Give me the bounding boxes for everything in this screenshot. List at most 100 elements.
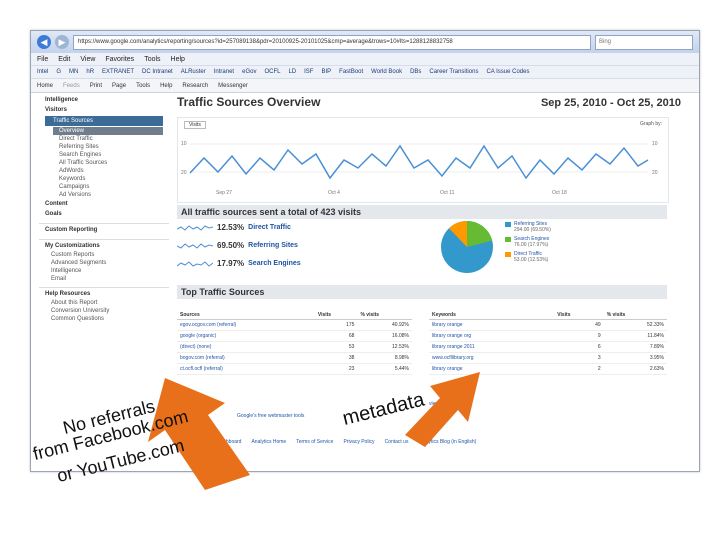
link-item[interactable]: ALRuster bbox=[181, 69, 206, 75]
graph-ylabel: 10 bbox=[652, 141, 658, 147]
print-button[interactable]: Print bbox=[90, 83, 102, 89]
footer-link[interactable]: Dashboard bbox=[217, 439, 241, 445]
address-input[interactable]: https://www.google.com/analytics/reporti… bbox=[73, 34, 591, 50]
keyword-link[interactable]: library orange bbox=[429, 319, 555, 331]
link-item[interactable]: LD bbox=[288, 69, 296, 75]
summary-link[interactable]: Search Engines bbox=[248, 260, 301, 267]
table-row: library orange 2011 6 7.89% bbox=[429, 341, 667, 353]
sidebar-item-intelligence-custom[interactable]: Intelligence bbox=[39, 267, 169, 275]
view-full-report-link-keywords[interactable]: view full report bbox=[429, 401, 461, 407]
sidebar-item-campaigns[interactable]: Campaigns bbox=[39, 183, 169, 191]
source-link[interactable]: ct.ocfl.ocfl (referral) bbox=[177, 363, 315, 375]
search-input[interactable]: Bing bbox=[595, 34, 693, 50]
sidebar-item-direct-traffic[interactable]: Direct Traffic bbox=[39, 135, 169, 143]
research-button[interactable]: Research bbox=[182, 83, 208, 89]
pct-cell: 52.33% bbox=[603, 319, 667, 331]
summary-link[interactable]: Referring Sites bbox=[248, 242, 298, 249]
menu-tools[interactable]: Tools bbox=[144, 56, 160, 63]
link-item[interactable]: DC Intranet bbox=[142, 69, 173, 75]
sidebar-item-email[interactable]: Email bbox=[39, 275, 169, 283]
summary-link[interactable]: Direct Traffic bbox=[248, 224, 291, 231]
webmaster-tools-link[interactable]: Google's free webmaster tools bbox=[237, 413, 304, 419]
menu-bar: File Edit View Favorites Tools Help bbox=[31, 53, 699, 66]
source-link[interactable]: (direct) (none) bbox=[177, 341, 315, 353]
sparkline-icon bbox=[177, 260, 213, 267]
link-item[interactable]: eGov bbox=[242, 69, 256, 75]
footer-link[interactable]: Analytics Blog (in English) bbox=[418, 439, 476, 445]
sidebar-item-common-questions[interactable]: Common Questions bbox=[39, 315, 169, 323]
menu-view[interactable]: View bbox=[80, 56, 95, 63]
keyword-link[interactable]: library orange bbox=[429, 363, 555, 375]
link-item[interactable]: G bbox=[56, 69, 61, 75]
sidebar-item-keywords[interactable]: Keywords bbox=[39, 175, 169, 183]
sidebar-item-content[interactable]: Content bbox=[39, 199, 169, 209]
back-icon[interactable]: ◀ bbox=[37, 35, 51, 49]
sidebar-item-all-traffic-sources[interactable]: All Traffic Sources bbox=[39, 159, 169, 167]
page-button[interactable]: Page bbox=[112, 83, 126, 89]
graph-xlabel: Oct 4 bbox=[328, 190, 340, 196]
pct-cell: 8.98% bbox=[357, 352, 412, 364]
sidebar-item-search-engines[interactable]: Search Engines bbox=[39, 151, 169, 159]
menu-file[interactable]: File bbox=[37, 56, 48, 63]
menu-favorites[interactable]: Favorites bbox=[105, 56, 134, 63]
link-item[interactable]: FastBoot bbox=[339, 69, 363, 75]
footer-link[interactable]: Privacy Policy bbox=[343, 439, 374, 445]
menu-help[interactable]: Help bbox=[171, 56, 185, 63]
sidebar-item-adwords[interactable]: AdWords bbox=[39, 167, 169, 175]
link-item[interactable]: Intel bbox=[37, 69, 48, 75]
pct-cell: 40.92% bbox=[357, 319, 412, 331]
table-row: library orange org 9 11.84% bbox=[429, 330, 667, 342]
source-link[interactable]: egov.ocgov.com (referral) bbox=[177, 319, 315, 331]
sidebar-item-referring-sites[interactable]: Referring Sites bbox=[39, 143, 169, 151]
feeds-button[interactable]: Feeds bbox=[63, 83, 80, 89]
column-header[interactable]: Visits bbox=[554, 311, 604, 320]
sidebar-item-goals[interactable]: Goals bbox=[39, 209, 169, 219]
link-item[interactable]: ISF bbox=[304, 69, 313, 75]
tools-button[interactable]: Tools bbox=[136, 83, 150, 89]
visits-cell: 38 bbox=[314, 352, 358, 364]
sidebar-item-custom-reporting[interactable]: Custom Reporting bbox=[39, 223, 169, 235]
column-header[interactable]: % visits bbox=[357, 311, 412, 320]
footer-link[interactable]: Analytics Home bbox=[251, 439, 286, 445]
sidebar-item-about-report[interactable]: About this Report bbox=[39, 299, 169, 307]
keyword-link[interactable]: www.ocfllibrary.org bbox=[429, 352, 555, 364]
sidebar-item-custom-reports[interactable]: Custom Reports bbox=[39, 251, 169, 259]
link-item[interactable]: World Book bbox=[371, 69, 402, 75]
sidebar-item-advanced-segments[interactable]: Advanced Segments bbox=[39, 259, 169, 267]
sidebar-item-ad-versions[interactable]: Ad Versions bbox=[39, 191, 169, 199]
table-row: egov.ocgov.com (referral) 175 40.92% bbox=[177, 319, 412, 331]
link-item[interactable]: Intranet bbox=[214, 69, 234, 75]
link-item[interactable]: EXTRANET bbox=[102, 69, 134, 75]
link-item[interactable]: Career Transitions bbox=[429, 69, 478, 75]
sidebar-item-visitors[interactable]: Visitors bbox=[39, 105, 169, 115]
visits-cell: 3 bbox=[554, 352, 604, 364]
sidebar-item-overview[interactable]: Overview bbox=[53, 127, 163, 135]
column-header[interactable]: Keywords bbox=[429, 311, 555, 320]
footer-link[interactable]: Terms of Service bbox=[296, 439, 333, 445]
link-item[interactable]: hR bbox=[86, 69, 94, 75]
forward-icon[interactable]: ▶ bbox=[55, 35, 69, 49]
keyword-link[interactable]: library orange org bbox=[429, 330, 555, 342]
menu-edit[interactable]: Edit bbox=[58, 56, 70, 63]
source-link[interactable]: bogov.com (referral) bbox=[177, 352, 315, 364]
sidebar-item-traffic-sources[interactable]: Traffic Sources bbox=[45, 116, 163, 126]
column-header[interactable]: Sources bbox=[177, 311, 315, 320]
link-item[interactable]: DBs bbox=[410, 69, 421, 75]
messenger-button[interactable]: Messenger bbox=[218, 83, 248, 89]
sidebar-item-conversion-university[interactable]: Conversion University bbox=[39, 307, 169, 315]
date-range-picker[interactable]: Sep 25, 2010 - Oct 25, 2010 bbox=[541, 97, 681, 109]
link-item[interactable]: CA Issue Codes bbox=[486, 69, 529, 75]
home-button[interactable]: Home bbox=[37, 83, 53, 89]
table-row: www.ocfllibrary.org 3 3.95% bbox=[429, 352, 667, 364]
column-header[interactable]: % visits bbox=[603, 311, 667, 320]
help-button[interactable]: Help bbox=[160, 83, 172, 89]
sidebar-item-intelligence[interactable]: Intelligence bbox=[39, 95, 169, 105]
visits-cell: 49 bbox=[554, 319, 604, 331]
source-link[interactable]: google (organic) bbox=[177, 330, 315, 342]
keyword-link[interactable]: library orange 2011 bbox=[429, 341, 555, 353]
footer-link[interactable]: Contact us bbox=[385, 439, 409, 445]
link-item[interactable]: OCFL bbox=[264, 69, 280, 75]
link-item[interactable]: BIP bbox=[321, 69, 331, 75]
link-item[interactable]: MN bbox=[69, 69, 78, 75]
column-header[interactable]: Visits bbox=[314, 311, 358, 320]
